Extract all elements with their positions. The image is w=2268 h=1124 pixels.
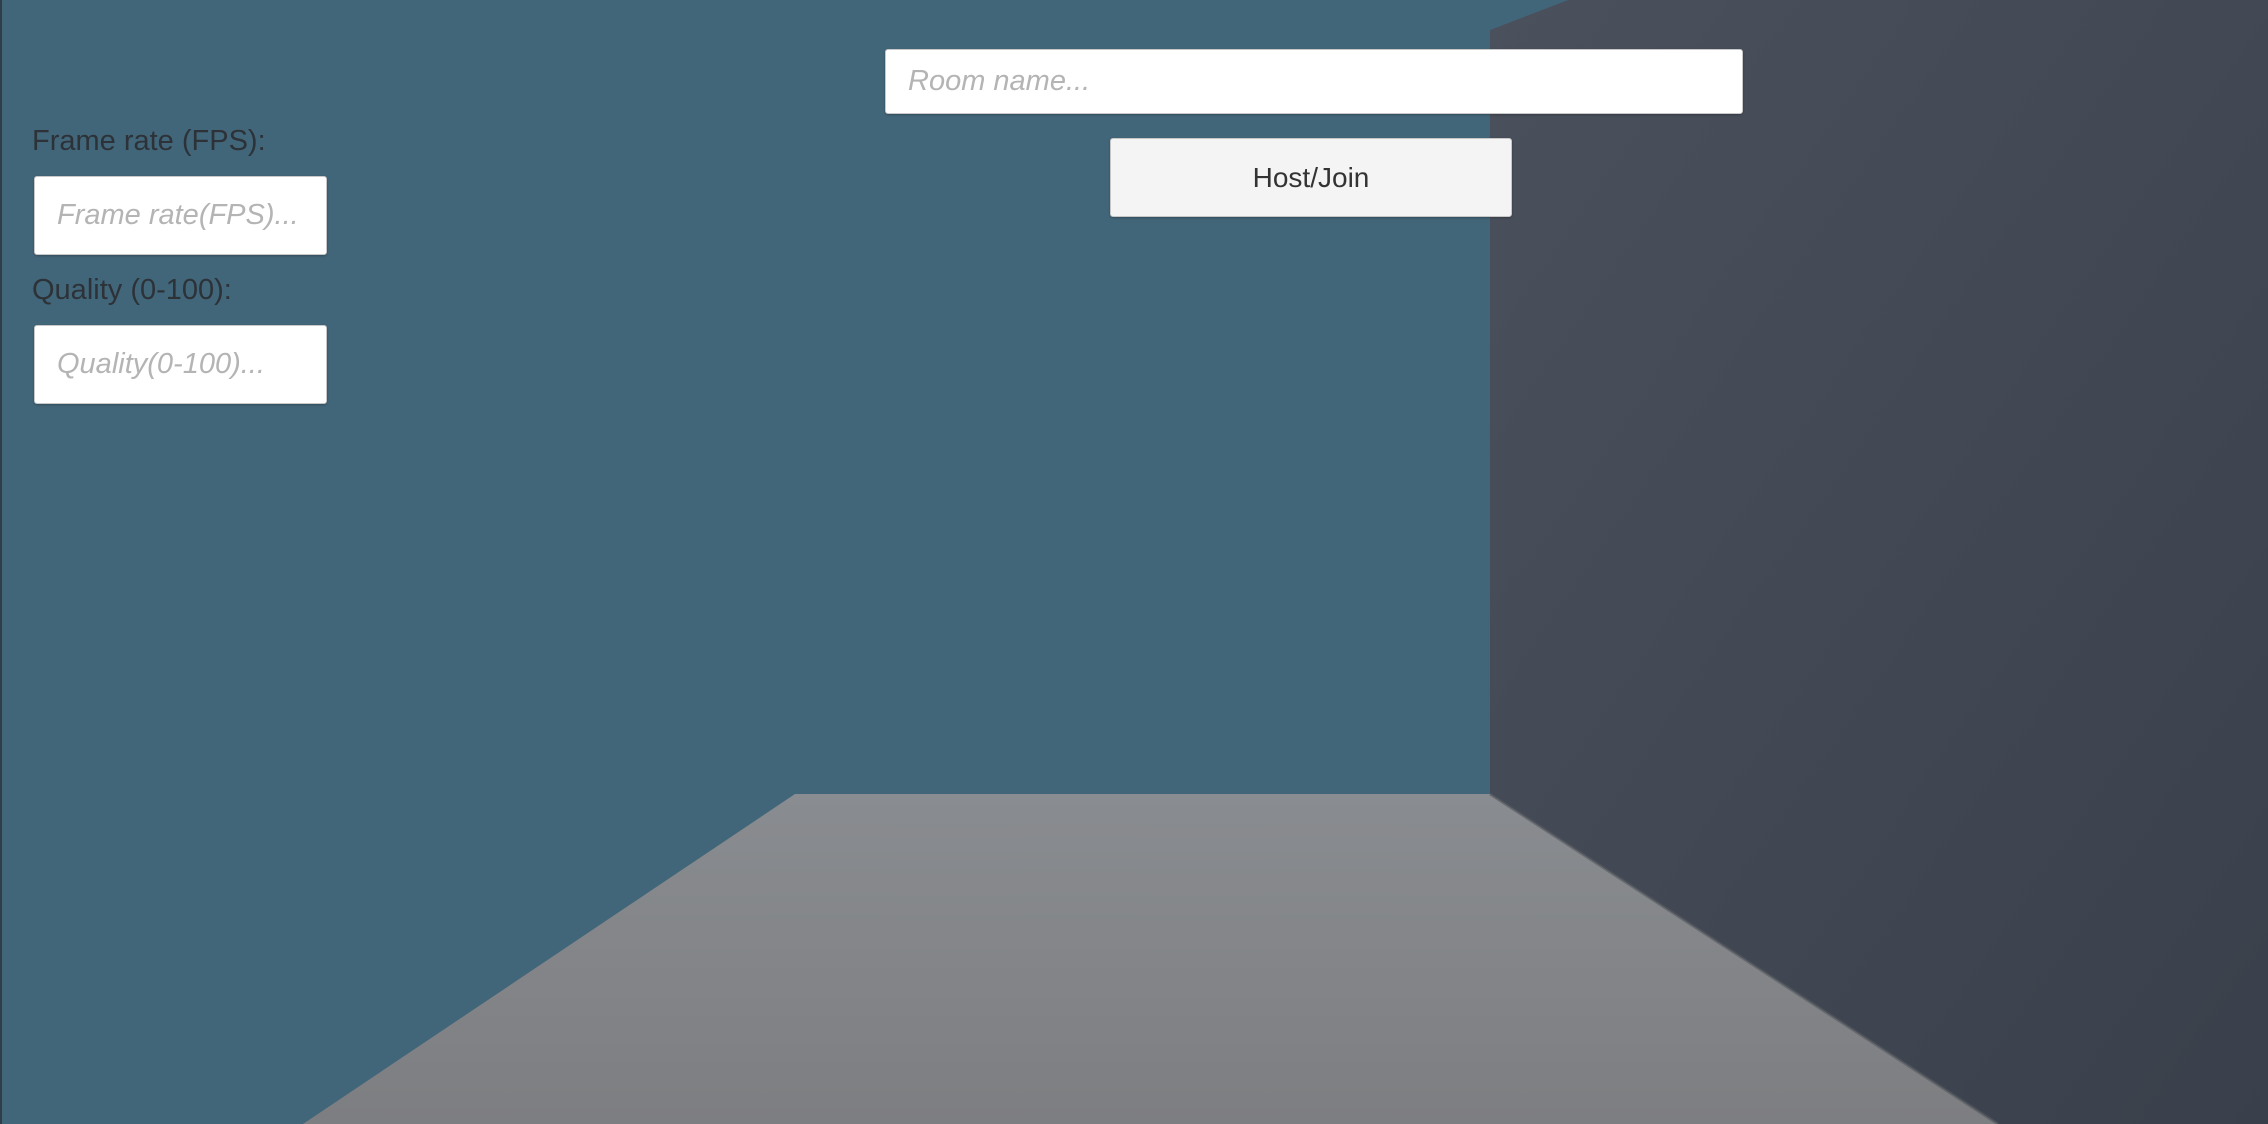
- fps-input[interactable]: [34, 176, 327, 255]
- quality-input[interactable]: [34, 325, 327, 404]
- fps-label: Frame rate (FPS):: [32, 125, 266, 157]
- scene-viewport: Frame rate (FPS): Quality (0-100): Host/…: [0, 0, 2268, 1124]
- left-border: [0, 0, 2, 1124]
- room-name-input[interactable]: [885, 49, 1743, 114]
- host-join-button[interactable]: Host/Join: [1110, 138, 1512, 217]
- quality-label: Quality (0-100):: [32, 274, 232, 306]
